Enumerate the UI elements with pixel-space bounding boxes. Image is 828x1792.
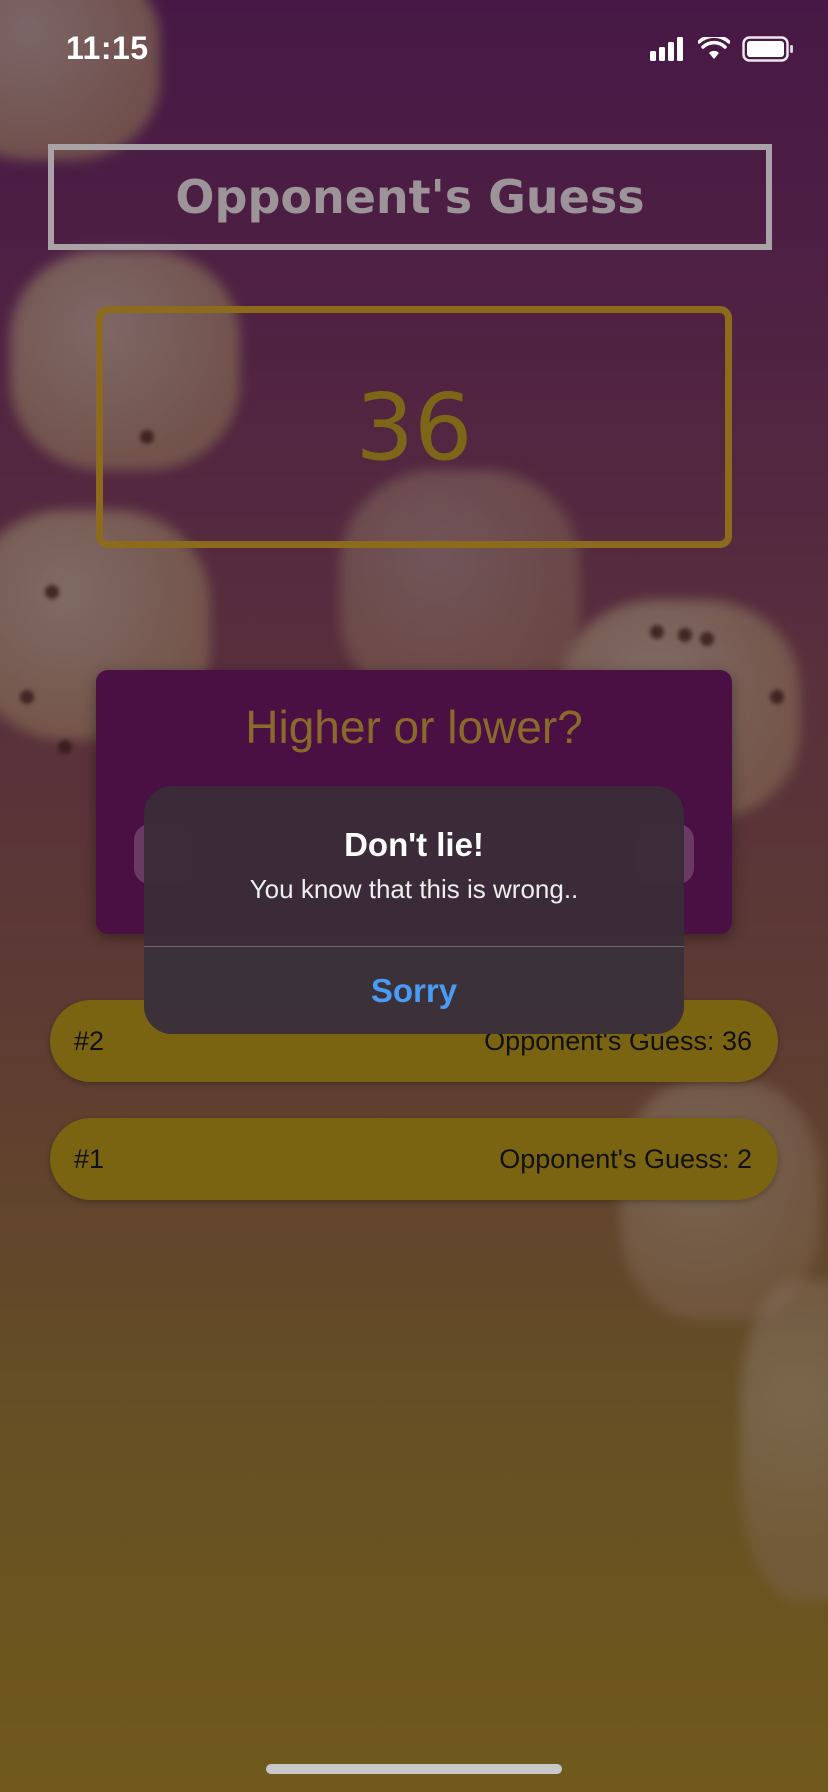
alert-message: You know that this is wrong.. [249, 874, 579, 904]
screen-title-box: Opponent's Guess [48, 144, 772, 250]
home-indicator[interactable] [266, 1764, 562, 1774]
guess-index: #1 [74, 1144, 105, 1174]
status-time: 11:15 [66, 30, 149, 66]
guess-index: #2 [74, 1026, 105, 1056]
battery-icon [742, 36, 793, 62]
higher-lower-title: Higher or lower? [245, 701, 583, 753]
guess-value: Opponent's Guess: 2 [499, 1144, 752, 1174]
screen-title: Opponent's Guess [175, 170, 645, 224]
current-guess-box: 36 [96, 306, 732, 548]
alert-title: Don't lie! [344, 826, 484, 863]
list-item: #1 Opponent's Guess: 2 [50, 1118, 778, 1200]
alert-dialog: Don't lie! You know that this is wrong..… [144, 786, 684, 1034]
wifi-icon [698, 37, 730, 59]
current-guess-number: 36 [355, 373, 473, 481]
sorry-button[interactable]: Sorry [144, 947, 684, 1034]
status-icons [650, 36, 794, 62]
status-bar: 11:15 [0, 0, 828, 100]
cellular-signal-icon [650, 37, 683, 61]
